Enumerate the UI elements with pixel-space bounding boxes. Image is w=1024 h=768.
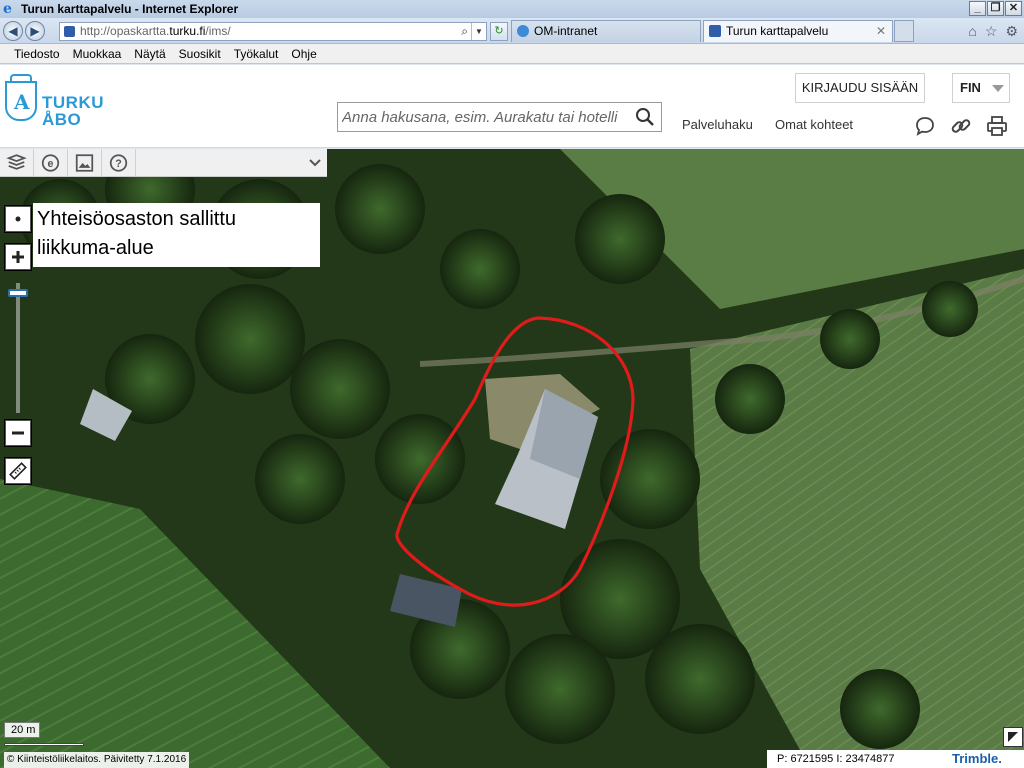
layers-icon[interactable] <box>0 149 34 177</box>
zoom-in-button[interactable] <box>5 244 31 270</box>
map-toolbar: e ? <box>0 149 327 177</box>
address-search-icon[interactable]: ⌕ <box>461 23 468 40</box>
favorites-star-icon[interactable]: ☆ <box>985 23 998 40</box>
scale-line <box>4 743 84 746</box>
scale-label: 20 m <box>4 722 40 738</box>
search-box <box>337 102 662 132</box>
address-prefix: http://opaskartta. <box>80 24 170 38</box>
map-copyright: © Kiinteistöliikelaitos. Päivitetty 7.1.… <box>4 752 190 768</box>
tab-om-intranet[interactable]: OM-intranet <box>511 20 701 42</box>
ruler-icon <box>9 462 27 480</box>
restore-button[interactable]: ❐ <box>987 1 1004 16</box>
e-services-icon[interactable]: e <box>34 149 68 177</box>
site-logo[interactable]: TURKU ÅBO <box>42 94 104 128</box>
svg-text:e: e <box>48 158 54 170</box>
close-tab-icon[interactable]: ✕ <box>876 21 886 41</box>
menu-tools[interactable]: Työkalut <box>234 47 279 61</box>
search-icon[interactable] <box>635 107 655 127</box>
logo-line-abo: ÅBO <box>42 110 82 129</box>
svg-text:?: ? <box>115 158 122 170</box>
help-icon[interactable]: ? <box>102 149 136 177</box>
window-controls: _ ❐ ✕ <box>969 1 1022 16</box>
address-dropdown-icon[interactable]: ▼ <box>471 23 486 40</box>
site-favicon-icon <box>64 26 75 37</box>
tab-label: Turun karttapalvelu <box>726 24 829 38</box>
minus-icon <box>12 431 24 435</box>
language-select[interactable]: FIN <box>952 73 1010 103</box>
address-bar[interactable]: http://opaskartta.turku.fi/ims/ ⌕ ▼ <box>59 22 487 41</box>
ie-page-icon <box>517 25 529 37</box>
area-annotation-label: Yhteisöosaston sallittu liikkuma-alue <box>33 203 320 267</box>
locate-me-button[interactable] <box>5 206 31 232</box>
compatibility-refresh-button[interactable]: ↻ <box>490 22 508 41</box>
home-icon[interactable]: ⌂ <box>968 23 976 40</box>
image-icon[interactable] <box>68 149 102 177</box>
menu-file[interactable]: Tiedosto <box>14 47 60 61</box>
feedback-icon[interactable] <box>914 115 936 137</box>
site-header: A TURKU ÅBO KIRJAUDU SISÄÄN FIN Palveluh… <box>0 65 1024 148</box>
menu-favorites[interactable]: Suosikit <box>179 47 221 61</box>
address-domain: turku.fi <box>169 24 206 38</box>
logo-line-turku: TURKU <box>42 93 104 112</box>
turku-crest-icon[interactable]: A <box>5 74 37 121</box>
minimize-button[interactable]: _ <box>969 1 986 16</box>
menu-bar: Tiedosto Muokkaa Näytä Suosikit Työkalut… <box>0 44 1024 64</box>
tab-turun-karttapalvelu[interactable]: Turun karttapalvelu ✕ <box>703 20 893 42</box>
trimble-logo[interactable]: Trimble. <box>944 750 1024 768</box>
language-value: FIN <box>960 80 981 95</box>
my-items-link[interactable]: Omat kohteet <box>775 117 853 132</box>
plus-icon <box>12 251 24 263</box>
window-title: Turun karttapalvelu - Internet Explorer <box>21 2 239 16</box>
coordinate-readout: P: 6721595 I: 23474877 <box>767 750 944 768</box>
menu-edit[interactable]: Muokkaa <box>73 47 122 61</box>
browser-icons: ⌂ ☆ ⚙ <box>968 23 1018 40</box>
scale-bar: 20 m <box>4 722 84 746</box>
new-tab-button[interactable] <box>894 20 914 42</box>
settings-gear-icon[interactable]: ⚙ <box>1005 23 1018 40</box>
ie-logo-icon: e <box>3 1 12 17</box>
chevron-down-icon <box>992 85 1004 92</box>
search-input[interactable] <box>338 103 634 131</box>
zoom-out-button[interactable] <box>5 420 31 446</box>
link-icon[interactable] <box>950 115 972 137</box>
map-view[interactable]: e ? Yhteisöosaston sallittu liikkuma-alu… <box>0 149 1024 768</box>
overview-map-toggle[interactable] <box>1003 727 1023 747</box>
back-button[interactable]: ◀ <box>3 21 23 41</box>
menu-view[interactable]: Näytä <box>134 47 165 61</box>
tab-label: OM-intranet <box>534 24 598 38</box>
zoom-slider-track[interactable] <box>16 283 20 413</box>
print-icon[interactable] <box>986 115 1008 137</box>
menu-help[interactable]: Ohje <box>291 47 316 61</box>
window-titlebar: e Turun karttapalvelu - Internet Explore… <box>0 0 1024 18</box>
expand-corner-icon <box>1008 732 1018 742</box>
login-button[interactable]: KIRJAUDU SISÄÄN <box>795 73 925 103</box>
address-toolbar: ◀ ▶ http://opaskartta.turku.fi/ims/ ⌕ ▼ … <box>0 18 1024 44</box>
locate-dot-icon <box>15 216 21 222</box>
site-favicon-icon <box>709 25 721 37</box>
services-link[interactable]: Palveluhaku <box>682 117 753 132</box>
address-path: /ims/ <box>205 24 231 38</box>
zoom-slider-handle[interactable] <box>8 289 28 298</box>
chevron-down-icon[interactable] <box>307 155 323 171</box>
forward-button[interactable]: ▶ <box>25 21 45 41</box>
close-window-button[interactable]: ✕ <box>1005 1 1022 16</box>
measure-tool-button[interactable] <box>5 458 31 484</box>
